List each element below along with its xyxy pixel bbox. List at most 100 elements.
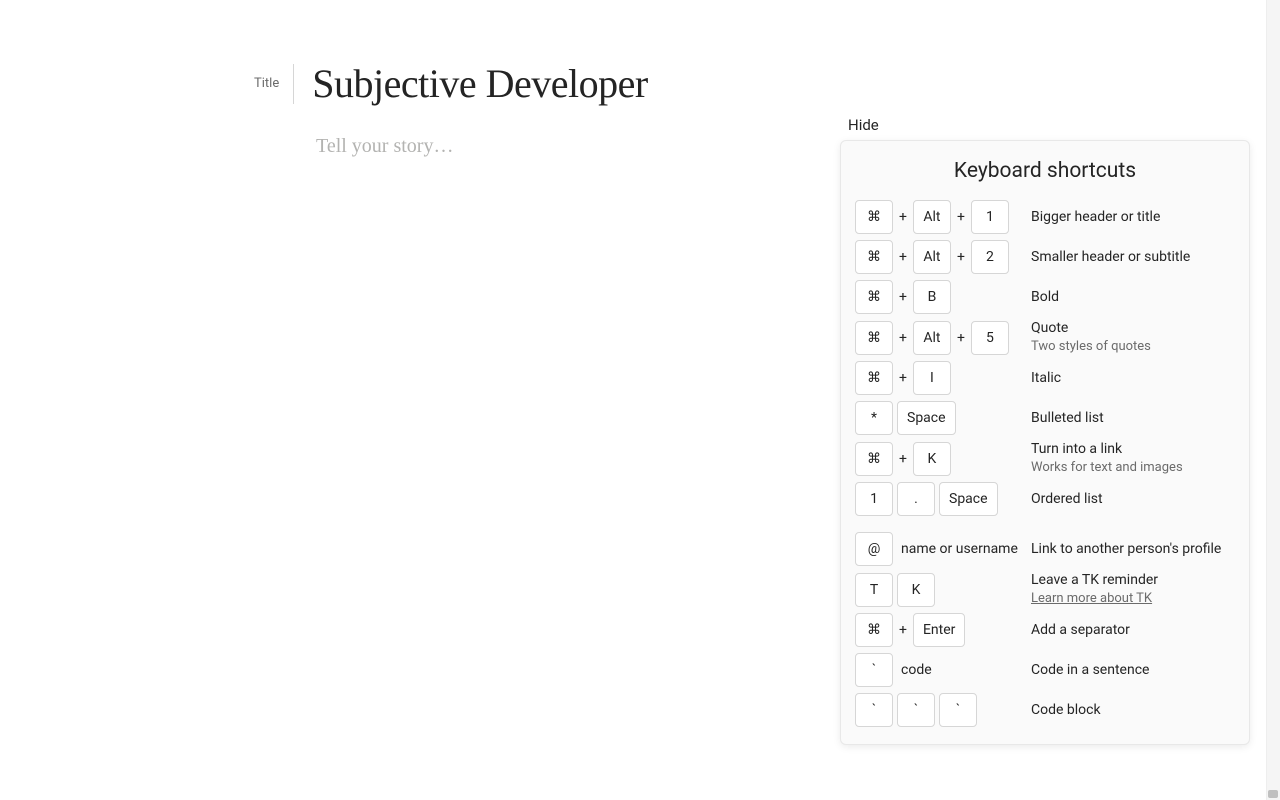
shortcut-description: Leave a TK reminder Learn more about TK [1023, 571, 1235, 608]
key-cap: Enter [913, 613, 965, 647]
key-cap: T [855, 573, 893, 607]
shortcut-desc-text: Add a separator [1031, 622, 1130, 638]
shortcut-row: TK Leave a TK reminder Learn more about TK [855, 569, 1235, 610]
shortcut-desc-text: Bigger header or title [1031, 209, 1160, 225]
shortcut-description: Italic [1023, 369, 1235, 387]
keyboard-shortcuts-panel: Keyboard shortcuts ⌘+Alt+1Bigger header … [840, 140, 1250, 745]
key-cap: ` [855, 693, 893, 727]
key-cap: K [897, 573, 935, 607]
shortcut-keys: ⌘+Alt+1 [855, 200, 1023, 234]
shortcut-row: ⌘+B Bold [855, 277, 1235, 317]
shortcut-keys: ⌘+B [855, 280, 1023, 314]
shortcut-desc-text: Code in a sentence [1031, 662, 1149, 678]
plus-separator: + [955, 330, 967, 346]
shortcut-description: Quote Two styles of quotes [1023, 319, 1235, 356]
shortcut-description: Bold [1023, 288, 1235, 306]
shortcut-description: Smaller header or subtitle [1023, 248, 1235, 266]
plus-separator: + [897, 249, 909, 265]
plus-separator: + [897, 209, 909, 225]
shortcut-desc-text: Link to another person's profile [1031, 541, 1221, 557]
shortcut-keys: ⌘+Alt+2 [855, 240, 1023, 274]
plus-separator: + [897, 370, 909, 386]
shortcut-desc-sub: Two styles of quotes [1031, 339, 1235, 356]
key-cap: Space [897, 401, 956, 435]
shortcut-row: @name or username Link to another person'… [855, 529, 1235, 569]
shortcut-keys: TK [855, 573, 1023, 607]
plus-separator: + [897, 622, 909, 638]
key-cap: ⌘ [855, 200, 893, 234]
shortcut-inline-text: code [897, 662, 932, 678]
shortcut-desc-text: Turn into a link [1031, 441, 1122, 457]
title-divider [293, 64, 294, 104]
shortcut-keys: ⌘+Alt+5 [855, 321, 1023, 355]
key-cap: ⌘ [855, 361, 893, 395]
key-cap: K [913, 442, 951, 476]
shortcut-row: ⌘+I Italic [855, 358, 1235, 398]
plus-separator: + [897, 451, 909, 467]
story-body-input[interactable]: Tell your story… [316, 135, 453, 157]
shortcut-description: Bigger header or title [1023, 208, 1235, 226]
shortcut-desc-text: Ordered list [1031, 491, 1103, 507]
shortcut-keys: ``` [855, 693, 1023, 727]
shortcut-row: *Space Bulleted list [855, 398, 1235, 438]
key-cap: 2 [971, 240, 1009, 274]
shortcut-keys: 1.Space [855, 482, 1023, 516]
shortcut-desc-sub: Works for text and images [1031, 460, 1235, 477]
title-label: Title [254, 76, 293, 91]
plus-separator: + [955, 249, 967, 265]
shortcut-description: Link to another person's profile [1023, 540, 1235, 558]
key-cap: @ [855, 532, 893, 566]
plus-separator: + [897, 330, 909, 346]
shortcut-desc-text: Smaller header or subtitle [1031, 249, 1190, 265]
editor-area: Title Subjective Developer Tell your sto… [0, 0, 840, 158]
key-cap: ` [939, 693, 977, 727]
key-cap: ⌘ [855, 321, 893, 355]
key-cap: 5 [971, 321, 1009, 355]
shortcut-desc-text: Leave a TK reminder [1031, 572, 1158, 588]
shortcut-row: ⌘+Enter Add a separator [855, 610, 1235, 650]
shortcut-row: ⌘+Alt+5QuoteTwo styles of quotes [855, 317, 1235, 358]
shortcut-description: Bulleted list [1023, 409, 1235, 427]
scrollbar-thumb[interactable] [1268, 790, 1278, 798]
shortcut-row: ⌘+K Turn into a link Works for text and im… [855, 438, 1235, 479]
shortcut-keys: ⌘+I [855, 361, 1023, 395]
post-title-input[interactable]: Subjective Developer [312, 60, 647, 107]
shortcut-keys: *Space [855, 401, 1023, 435]
key-cap: I [913, 361, 951, 395]
shortcut-description: Code block [1023, 701, 1235, 719]
key-cap: 1 [971, 200, 1009, 234]
key-cap: 1 [855, 482, 893, 516]
vertical-scrollbar[interactable] [1266, 0, 1280, 800]
key-cap: B [913, 280, 951, 314]
key-cap: . [897, 482, 935, 516]
shortcut-desc-text: Quote [1031, 320, 1068, 336]
key-cap: Alt [913, 200, 951, 234]
shortcut-row: `code Code in a sentence [855, 650, 1235, 690]
key-cap: Alt [913, 240, 951, 274]
key-cap: Space [939, 482, 998, 516]
key-cap: ⌘ [855, 240, 893, 274]
shortcuts-list: ⌘+Alt+1Bigger header or title⌘+Alt+2Smal… [855, 197, 1235, 730]
key-cap: ⌘ [855, 442, 893, 476]
shortcut-description: Ordered list [1023, 490, 1235, 508]
shortcut-keys: `code [855, 653, 1023, 687]
shortcut-desc-text: Bulleted list [1031, 410, 1104, 426]
shortcut-keys: ⌘+K [855, 442, 1023, 476]
learn-more-link[interactable]: Learn more about TK [1031, 591, 1152, 606]
shortcut-desc-text: Code block [1031, 702, 1101, 718]
hide-shortcuts-link[interactable]: Hide [848, 116, 879, 134]
key-cap: ⌘ [855, 613, 893, 647]
shortcut-keys: @name or username [855, 532, 1023, 566]
key-cap: ` [897, 693, 935, 727]
shortcut-row: 1.Space Ordered list [855, 479, 1235, 519]
shortcut-description: Code in a sentence [1023, 661, 1235, 679]
shortcut-row: ```Code block [855, 690, 1235, 730]
shortcut-description: Turn into a link Works for text and image… [1023, 440, 1235, 477]
shortcut-desc-text: Italic [1031, 370, 1061, 386]
shortcuts-section-gap [855, 519, 1235, 529]
key-cap: Alt [913, 321, 951, 355]
shortcuts-panel-title: Keyboard shortcuts [855, 159, 1235, 183]
shortcut-row: ⌘+Alt+2Smaller header or subtitle [855, 237, 1235, 277]
shortcut-desc-text: Bold [1031, 289, 1059, 305]
shortcut-keys: ⌘+Enter [855, 613, 1023, 647]
